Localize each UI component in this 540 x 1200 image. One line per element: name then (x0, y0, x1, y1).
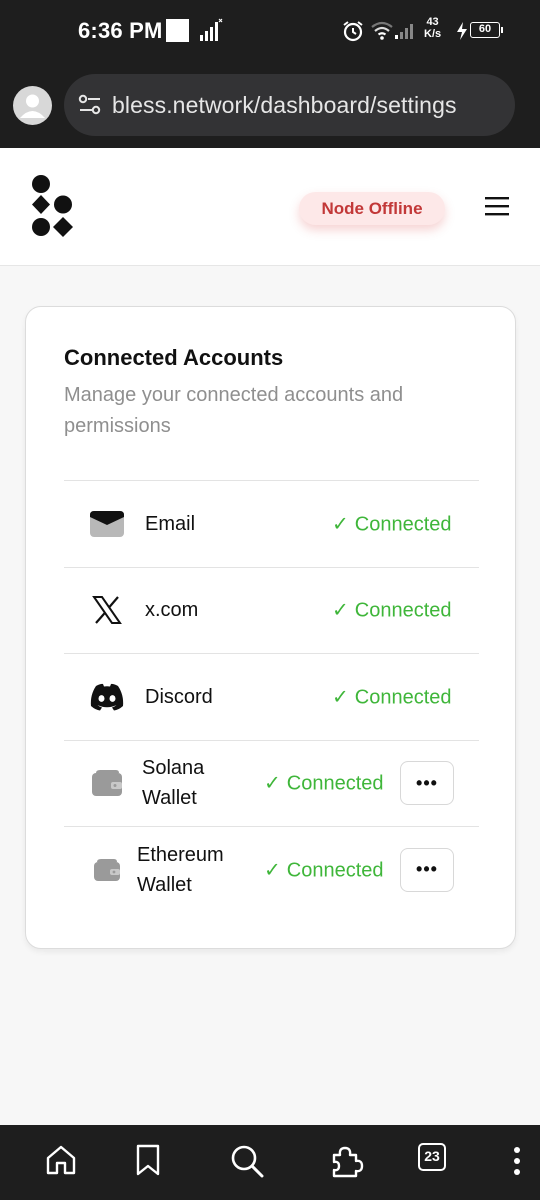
more-options-button[interactable]: ••• (400, 847, 454, 892)
browser-toolbar: bless.network/dashboard/settings (0, 62, 540, 148)
more-vert-icon[interactable] (509, 1143, 525, 1179)
account-status: ✓ Connected (332, 513, 452, 536)
notification-icon (166, 19, 189, 42)
card-subtitle: Manage your connected accounts and permi… (64, 384, 404, 437)
tab-count: 23 (418, 1143, 446, 1171)
net-speed: 43 K/s (424, 16, 442, 40)
browser-bottom-nav: 23 (0, 1125, 540, 1200)
check-icon: ✓ (332, 686, 349, 709)
node-status-badge: Node Offline (299, 192, 445, 225)
status-bar: 6:36 PM 43 K/s 60 (0, 0, 540, 62)
battery-indicator: 60 (470, 22, 503, 38)
x-logo-icon (88, 591, 126, 629)
alarm-icon (343, 21, 363, 42)
site-settings-icon[interactable] (78, 94, 102, 116)
data-activity-icon (200, 18, 223, 41)
check-icon: ✓ (264, 859, 281, 882)
account-status: ✓ Connected (264, 859, 384, 882)
wallet-icon (88, 851, 126, 889)
check-icon: ✓ (332, 599, 349, 622)
bookmark-icon[interactable] (134, 1143, 162, 1177)
hamburger-menu-icon[interactable] (484, 195, 510, 217)
person-icon (20, 94, 45, 118)
account-row-ethereum-wallet: Ethereum Wallet ✓ Connected ••• (64, 826, 479, 913)
account-row-discord: Discord ✓ Connected (64, 653, 479, 740)
cell-signal-icon (395, 24, 413, 39)
account-name: Discord (145, 685, 213, 708)
home-icon[interactable] (44, 1143, 78, 1177)
more-options-button[interactable]: ••• (400, 761, 454, 806)
discord-icon (88, 678, 126, 716)
connected-accounts-card: Connected Accounts Manage your connected… (25, 306, 516, 949)
search-icon[interactable] (229, 1143, 265, 1179)
extensions-icon[interactable] (328, 1143, 364, 1179)
account-name: Email (145, 512, 196, 535)
wallet-icon (88, 764, 126, 802)
wifi-icon (371, 21, 393, 40)
account-row-x: x.com ✓ Connected (64, 566, 479, 654)
status-icons: 43 K/s 60 (342, 16, 522, 46)
account-status: ✓ Connected (264, 772, 384, 795)
check-icon: ✓ (332, 513, 349, 536)
profile-avatar[interactable] (13, 86, 52, 125)
check-icon: ✓ (264, 772, 281, 795)
tabs-button[interactable]: 23 (418, 1143, 446, 1171)
account-row-email: Email ✓ Connected (64, 480, 479, 567)
account-name: Ethereum Wallet (137, 843, 224, 896)
url-text[interactable]: bless.network/dashboard/settings (112, 92, 457, 119)
address-bar[interactable]: bless.network/dashboard/settings (64, 74, 515, 136)
account-status: ✓ Connected (332, 686, 452, 709)
charging-icon (457, 22, 467, 40)
status-time: 6:36 PM (78, 18, 163, 43)
bless-logo[interactable] (31, 175, 77, 239)
email-icon (88, 505, 126, 543)
accounts-list: Email ✓ Connected x.com ✓ Connected Disc… (64, 480, 479, 913)
account-row-solana-wallet: Solana Wallet ✓ Connected ••• (64, 739, 479, 827)
account-name: x.com (145, 599, 199, 622)
site-header: Node Offline (0, 148, 540, 266)
account-name: Solana Wallet (142, 757, 205, 810)
card-title: Connected Accounts (64, 345, 284, 370)
account-status: ✓ Connected (332, 599, 452, 622)
